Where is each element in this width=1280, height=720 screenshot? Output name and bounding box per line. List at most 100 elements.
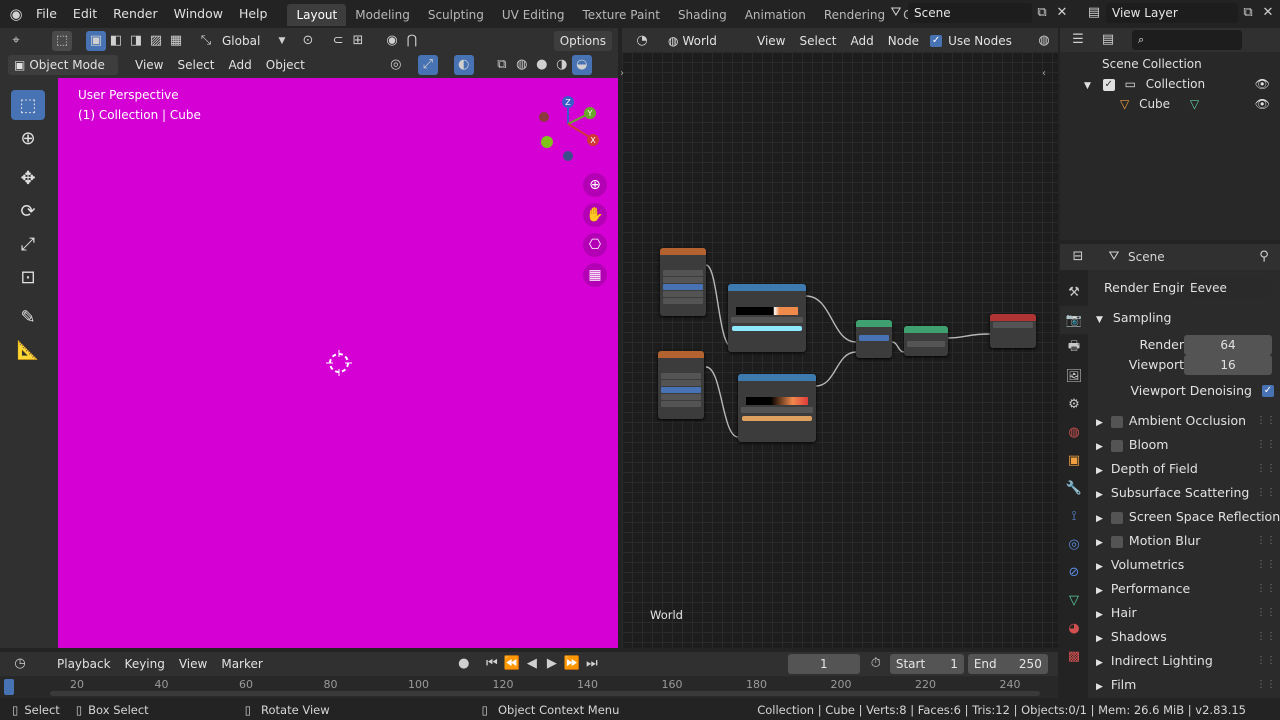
use-nodes-checkbox[interactable]: ✓ [930, 35, 943, 47]
tab-layout[interactable]: Layout [287, 4, 347, 26]
camera-view-icon[interactable]: ⎔ [583, 233, 607, 257]
scale-tool-icon[interactable]: ⤢ [11, 229, 45, 259]
next-keyframe-icon[interactable]: ⏩ [562, 654, 582, 674]
panel-header-7[interactable]: ▶ Performance ⋮⋮ [1060, 577, 1280, 601]
record-icon[interactable]: ● [454, 654, 474, 674]
timeline-menu-marker[interactable]: Marker [214, 652, 269, 676]
tab-sculpting[interactable]: Sculpting [419, 4, 493, 26]
world-output-node[interactable] [990, 314, 1036, 348]
data-tab-icon[interactable]: ▽ [1060, 586, 1088, 614]
new-scene-icon[interactable]: ⧉ [1032, 3, 1052, 23]
cursor-tool-icon[interactable]: ⊕ [11, 123, 45, 153]
drag-grip-icon[interactable]: ⋮⋮ [1256, 625, 1276, 649]
overlays-toggle-icon[interactable]: ◐ [453, 55, 474, 75]
drag-grip-icon[interactable]: ⋮⋮ [1256, 409, 1276, 433]
drag-grip-icon[interactable]: ⋮⋮ [1256, 577, 1276, 601]
view-layer-field[interactable]: View Layer [1106, 3, 1238, 23]
panel-header-11[interactable]: ▶ Film ⋮⋮ [1060, 673, 1280, 697]
node-menu-select[interactable]: Select [792, 28, 843, 54]
expand-arrow-icon[interactable]: ▼ [1084, 81, 1091, 91]
drag-grip-icon[interactable]: ⋮⋮ [1256, 673, 1276, 697]
drag-grip-icon[interactable]: ⋮⋮ [1256, 553, 1276, 577]
timeline-menu-view[interactable]: View [172, 652, 214, 676]
noise-texture-node-2[interactable] [658, 351, 704, 419]
select-subtract-icon[interactable]: ◨ [126, 31, 146, 51]
drag-grip-icon[interactable]: ⋮⋮ [1256, 529, 1276, 553]
panel-enable-checkbox[interactable] [1110, 439, 1123, 452]
noise-texture-node-1[interactable] [660, 248, 706, 316]
select-box-tool-icon[interactable]: ⬚ [11, 90, 45, 120]
view-layer-icon[interactable]: ▤ [1084, 3, 1104, 23]
color-ramp-node-2[interactable] [738, 374, 816, 442]
drag-grip-icon[interactable]: ⋮⋮ [1256, 457, 1276, 481]
panel-header-9[interactable]: ▶ Shadows ⋮⋮ [1060, 625, 1280, 649]
stopwatch-icon[interactable]: ⏱ [866, 654, 886, 674]
timeline[interactable]: 20 40 60 80 100 120 140 160 180 200 220 240 [0, 676, 1058, 698]
render-tab-icon[interactable]: 📷 [1060, 306, 1088, 334]
background-node[interactable] [904, 326, 948, 356]
pivot-point-icon[interactable]: ⊙ [298, 31, 318, 51]
prev-keyframe-icon[interactable]: ⏪ [502, 654, 522, 674]
tab-shading[interactable]: Shading [669, 4, 736, 26]
render-samples-field[interactable]: 64 [1184, 335, 1272, 355]
panel-enable-checkbox[interactable] [1110, 415, 1123, 428]
physics-tab-icon[interactable]: ◎ [1060, 530, 1088, 558]
material-tab-icon[interactable]: ◕ [1060, 614, 1088, 642]
select-tool-icon[interactable]: ⬚ [52, 31, 72, 51]
jump-end-icon[interactable]: ⏭ [582, 654, 602, 674]
mesh-data-icon[interactable]: ▽ [1190, 97, 1199, 111]
select-intersect-icon[interactable]: ▦ [166, 31, 186, 51]
proportional-edit-icon[interactable]: ◉ [382, 31, 402, 51]
drag-grip-icon[interactable]: ⋮⋮ [1256, 505, 1276, 529]
panel-enable-checkbox[interactable] [1110, 511, 1123, 524]
world-tab-icon[interactable]: ◍ [1060, 418, 1088, 446]
jump-start-icon[interactable]: ⏮ [482, 654, 502, 674]
pan-hand-icon[interactable]: ✋ [583, 203, 607, 227]
menu-edit[interactable]: Edit [65, 0, 105, 28]
outliner-row-cube[interactable]: ▽ Cube ▽ 👁 [1060, 94, 1280, 114]
blender-logo-icon[interactable]: ◉ [6, 4, 26, 24]
sampling-panel-header[interactable]: ▼ Sampling [1060, 306, 1280, 330]
panel-header-8[interactable]: ▶ Hair ⋮⋮ [1060, 601, 1280, 625]
current-frame-field[interactable]: 1 [787, 654, 860, 674]
move-tool-icon[interactable]: ✥ [11, 163, 45, 193]
display-mode-icon[interactable]: ▤ [1098, 30, 1118, 50]
ortho-grid-icon[interactable]: ▦ [583, 263, 607, 287]
navigation-gizmo[interactable]: Z Y X [533, 92, 603, 164]
sidebar-toggle-icon[interactable]: ‹ [1042, 68, 1046, 79]
viewport-menu-select[interactable]: Select [170, 52, 221, 78]
tab-rendering[interactable]: Rendering [815, 4, 894, 26]
transform-orientation-dropdown[interactable]: Global [216, 31, 272, 51]
start-frame-field[interactable]: Start 1 [889, 654, 964, 674]
snap-target-icon[interactable]: ⊞ [348, 31, 368, 51]
shading-wireframe-icon[interactable]: ◍ [512, 55, 532, 75]
properties-editor-type-icon[interactable]: ⊟ [1068, 247, 1088, 267]
annotate-tool-icon[interactable]: ✎ [11, 302, 45, 332]
transform-tool-icon[interactable]: ⊡ [11, 262, 45, 292]
node-menu-node[interactable]: Node [881, 28, 926, 54]
output-tab-icon[interactable]: 🖶 [1060, 334, 1088, 362]
select-extend-icon[interactable]: ◧ [106, 31, 126, 51]
shading-material-icon[interactable]: ◑ [552, 55, 572, 75]
outliner-row-collection[interactable]: ▼ ✓ ▭ Collection 👁 [1060, 74, 1280, 94]
pin-icon[interactable]: ⚲ [1254, 247, 1274, 267]
menu-file[interactable]: File [28, 0, 65, 28]
snap-icon[interactable]: ⊂ [328, 31, 348, 51]
rotate-tool-icon[interactable]: ⟳ [11, 196, 45, 226]
shading-rendered-icon[interactable]: ◒ [571, 55, 592, 75]
timeline-scrollbar[interactable] [50, 691, 1040, 696]
particles-tab-icon[interactable]: ⟟ [1060, 502, 1088, 530]
viewport-menu-view[interactable]: View [128, 52, 170, 78]
scene-name-field[interactable]: Scene [908, 3, 1032, 23]
shader-type-dropdown[interactable]: ◍ World [662, 31, 744, 51]
mix-shader-node[interactable] [856, 320, 892, 358]
viewport-menu-add[interactable]: Add [222, 52, 259, 78]
drag-grip-icon[interactable]: ⋮⋮ [1256, 433, 1276, 457]
delete-view-layer-icon[interactable]: ✕ [1258, 3, 1278, 23]
outliner-search-input[interactable]: ⌕ [1132, 30, 1242, 50]
panel-header-3[interactable]: ▶ Subsurface Scattering ⋮⋮ [1060, 481, 1280, 505]
timeline-editor-type-icon[interactable]: ◷ [10, 654, 30, 674]
render-engine-dropdown[interactable]: Eevee [1184, 278, 1272, 298]
new-view-layer-icon[interactable]: ⧉ [1238, 3, 1258, 23]
falloff-icon[interactable]: ⋂ [402, 31, 422, 51]
